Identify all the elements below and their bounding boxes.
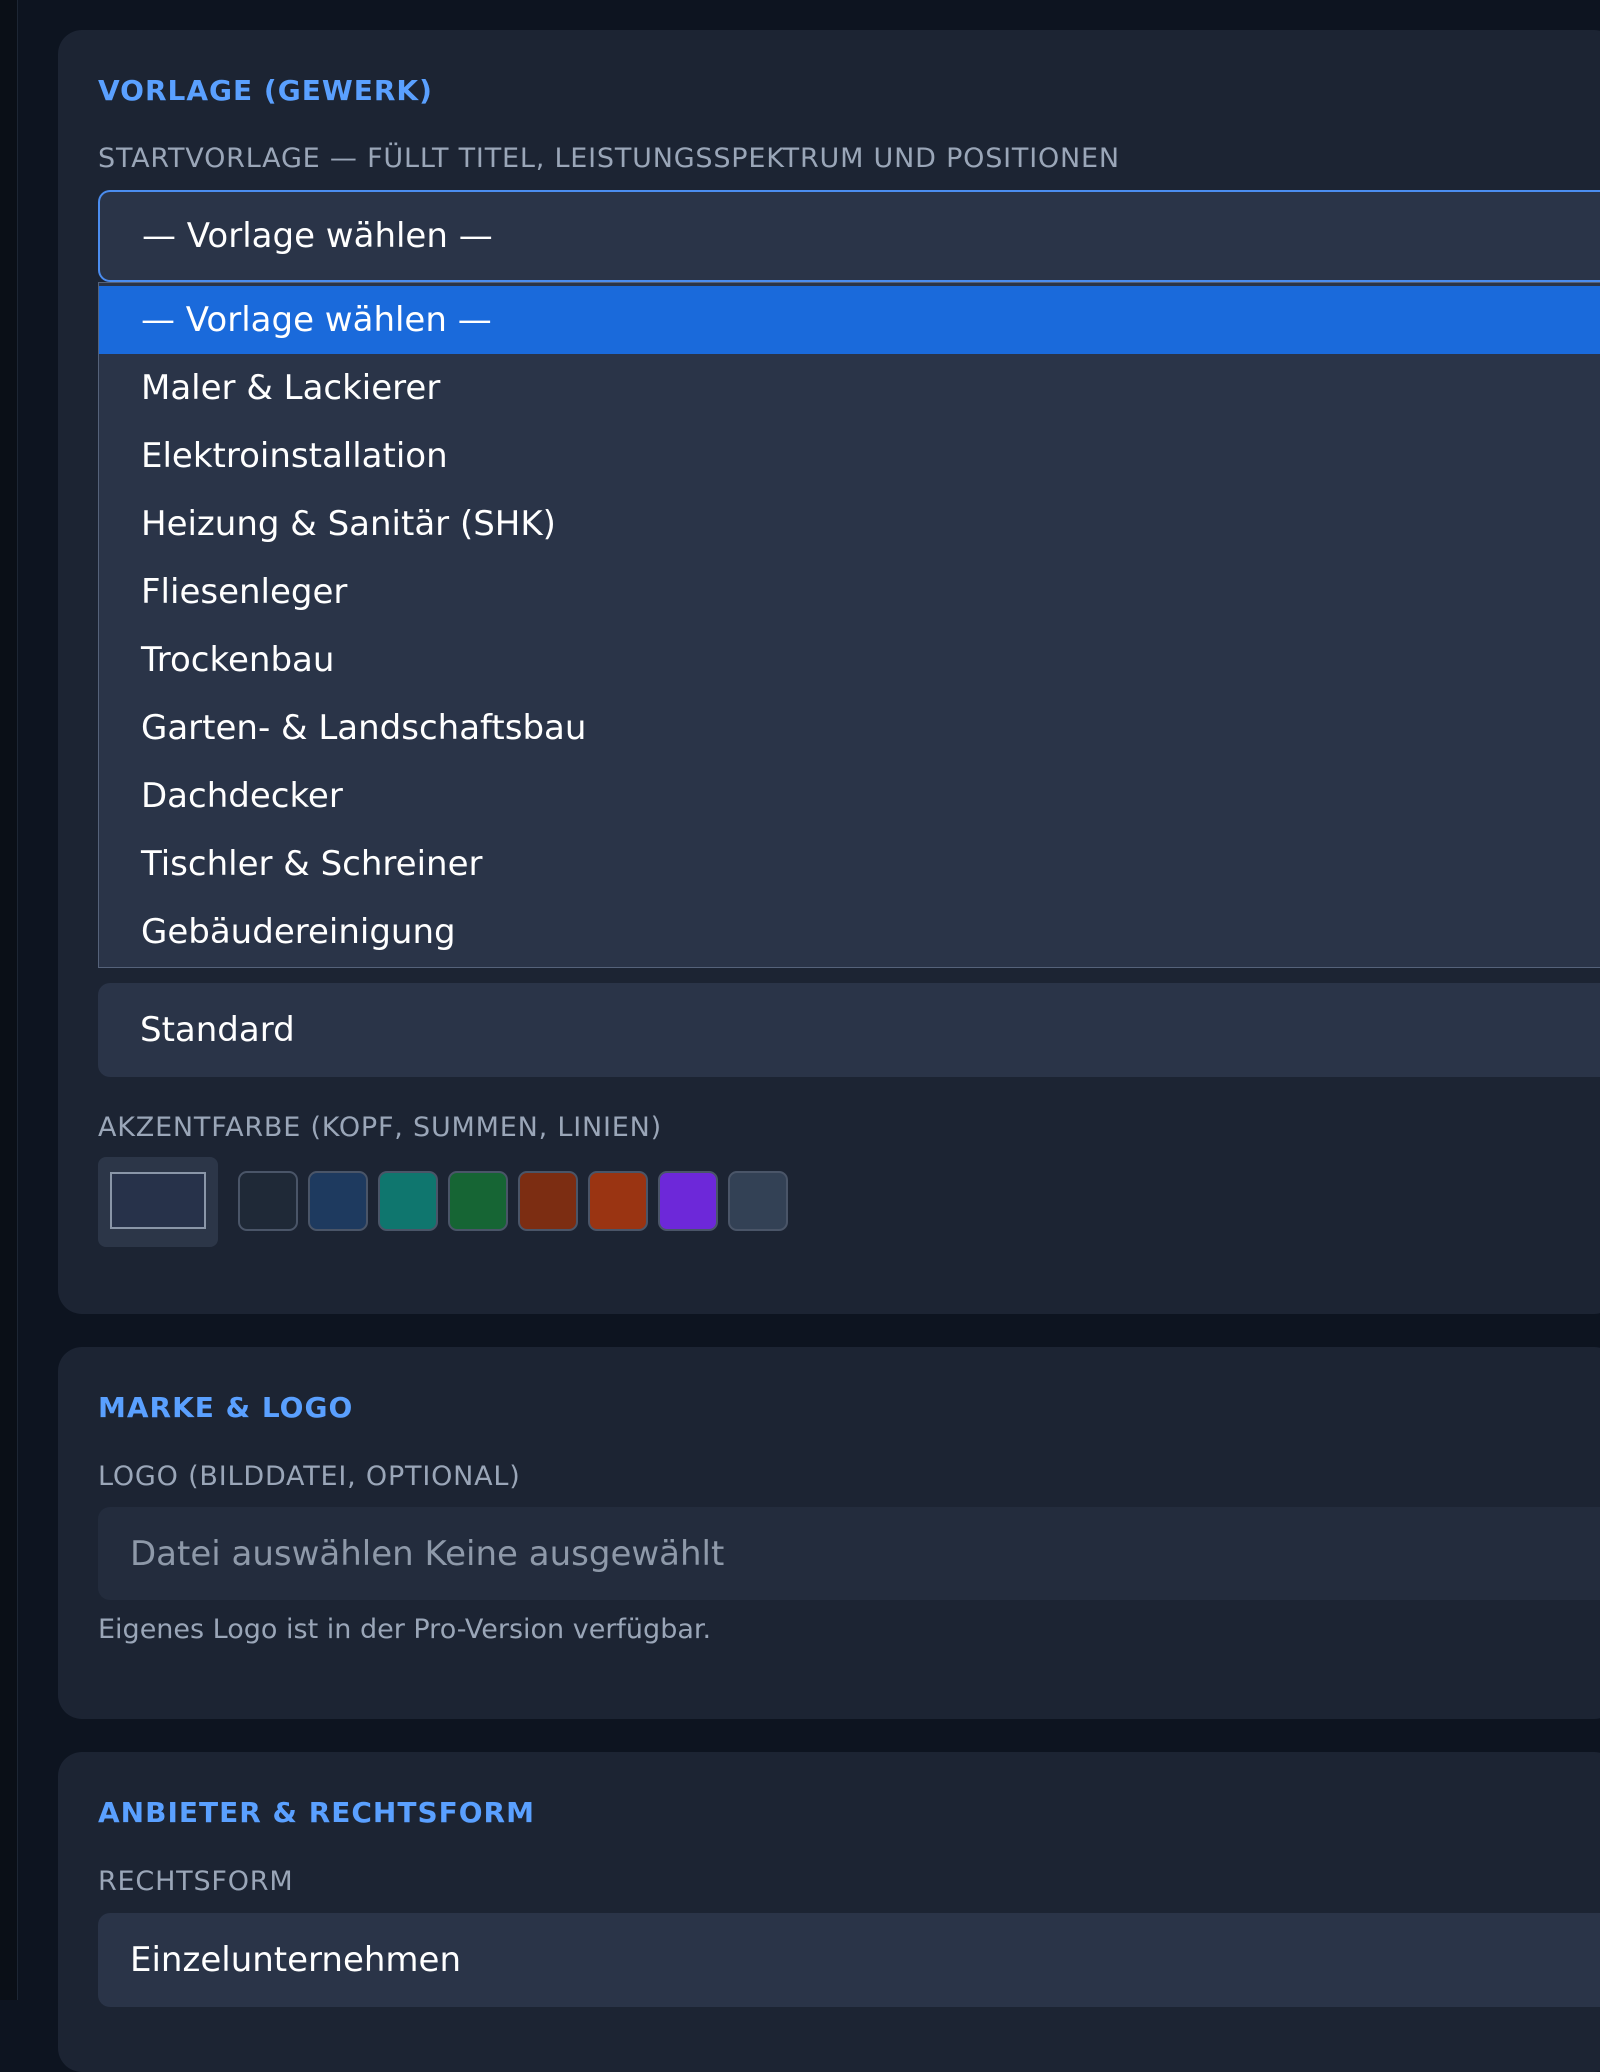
logo-hint: Eigenes Logo ist in der Pro-Version verf…	[98, 1614, 712, 1645]
color-swatch[interactable]	[728, 1171, 788, 1231]
file-input-text: Datei auswählen Keine ausgewählt	[130, 1533, 725, 1574]
style-select[interactable]: Standard	[98, 983, 1600, 1077]
dropdown-option[interactable]: Garten- & Landschaftsbau	[99, 694, 1600, 762]
color-picker-preview	[110, 1172, 206, 1229]
section-title-template: VORLAGE (GEWERK)	[98, 74, 433, 107]
dropdown-option[interactable]: Gebäudereinigung	[99, 898, 1600, 966]
logo-field-label: LOGO (BILDDATEI, OPTIONAL)	[98, 1461, 521, 1492]
dropdown-option[interactable]: Trockenbau	[99, 626, 1600, 694]
dropdown-option[interactable]: Heizung & Sanitär (SHK)	[99, 490, 1600, 558]
color-swatch[interactable]	[518, 1171, 578, 1231]
color-swatch[interactable]	[588, 1171, 648, 1231]
template-select-value: — Vorlage wählen —	[142, 216, 493, 256]
legal-form-select[interactable]: Einzelunternehmen	[98, 1913, 1600, 2007]
color-swatch[interactable]	[238, 1171, 298, 1231]
section-title-provider: ANBIETER & RECHTSFORM	[98, 1796, 535, 1829]
section-title-brand: MARKE & LOGO	[98, 1391, 354, 1424]
color-swatch[interactable]	[378, 1171, 438, 1231]
dropdown-option[interactable]: Dachdecker	[99, 762, 1600, 830]
color-swatch[interactable]	[658, 1171, 718, 1231]
color-swatch[interactable]	[308, 1171, 368, 1231]
legal-form-value: Einzelunternehmen	[130, 1940, 462, 1980]
template-select[interactable]: — Vorlage wählen —	[98, 190, 1600, 282]
legal-form-label: RECHTSFORM	[98, 1866, 294, 1897]
template-dropdown-list: — Vorlage wählen — Maler & Lackierer Ele…	[98, 282, 1600, 968]
dropdown-option[interactable]: — Vorlage wählen —	[99, 286, 1600, 354]
dropdown-option[interactable]: Tischler & Schreiner	[99, 830, 1600, 898]
left-rail	[0, 0, 18, 2000]
dropdown-option[interactable]: Fliesenleger	[99, 558, 1600, 626]
style-select-value: Standard	[140, 1010, 295, 1050]
logo-file-input[interactable]: Datei auswählen Keine ausgewählt	[98, 1507, 1600, 1600]
accent-color-label: AKZENTFARBE (KOPF, SUMMEN, LINIEN)	[98, 1112, 662, 1143]
color-picker[interactable]	[98, 1157, 218, 1247]
dropdown-option[interactable]: Elektroinstallation	[99, 422, 1600, 490]
color-swatch[interactable]	[448, 1171, 508, 1231]
dropdown-option[interactable]: Maler & Lackierer	[99, 354, 1600, 422]
template-field-label: STARTVORLAGE — FÜLLT TITEL, LEISTUNGSSPE…	[98, 143, 1120, 174]
